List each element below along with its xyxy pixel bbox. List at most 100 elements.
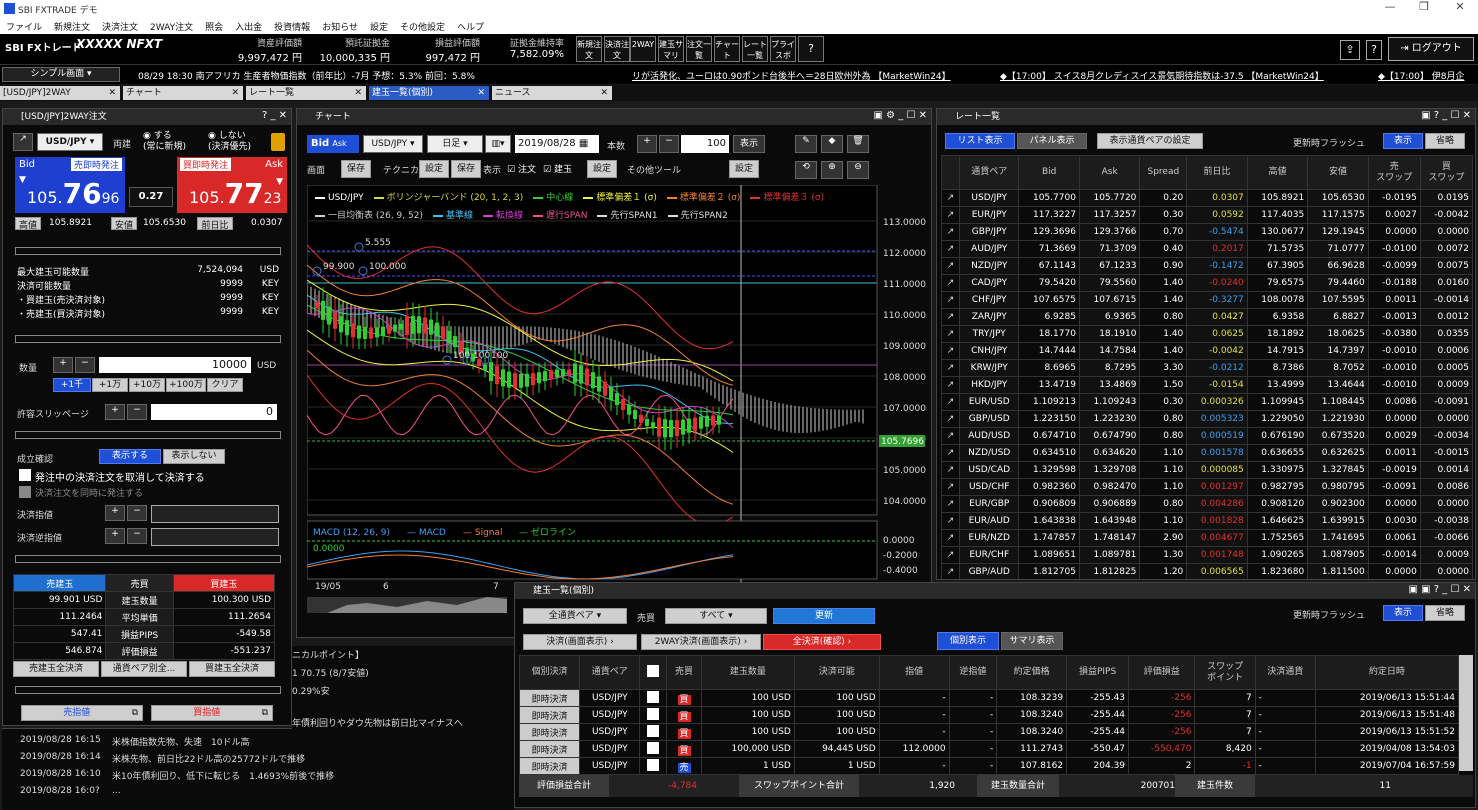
rate-row[interactable]: ↗ EUR/USD 1.109213 1.109243 0.30 0.000326 1.10… <box>941 393 1474 411</box>
upload-icon[interactable]: ⇪ <box>1340 40 1360 60</box>
header-button[interactable]: レート一覧 <box>742 36 768 62</box>
rate-cell[interactable]: 71.3669 <box>1018 240 1080 258</box>
rate-cell[interactable]: 1.748147 <box>1078 529 1141 547</box>
chart-icon[interactable]: ↗ <box>941 291 960 309</box>
chart-pair-select[interactable]: USD/JPY ▾ <box>363 135 423 153</box>
rate-cell[interactable]: 18.1910 <box>1078 325 1141 343</box>
period-select[interactable]: 日足 ▾ <box>427 135 483 153</box>
rate-cell[interactable]: 13.4869 <box>1078 376 1141 394</box>
instant-close-button[interactable]: 即時決済 <box>518 757 581 775</box>
zoom-in-icon[interactable]: ⊕ <box>821 161 843 179</box>
tab-2way[interactable]: [USD/JPY]2WAY ✕ <box>0 86 120 100</box>
rate-cell[interactable]: 14.7584 <box>1078 342 1141 360</box>
row-checkbox[interactable] <box>647 690 660 703</box>
chart-icon[interactable]: ↗ <box>941 512 960 530</box>
header-button[interactable]: プライスボ <box>770 36 796 62</box>
tab-rates[interactable]: レート一覧 ✕ <box>246 86 366 100</box>
news-headline[interactable]: 米株価指数先物、失速 10ドル高 <box>112 735 249 748</box>
limit-plus-button[interactable]: + <box>105 505 125 521</box>
qty-plus-button[interactable]: + <box>53 357 73 373</box>
stop-plus-button[interactable]: + <box>105 528 125 544</box>
chart-icon[interactable]: ↗ <box>941 546 960 564</box>
maximize-button[interactable]: ❐ <box>1410 0 1438 18</box>
chart-icon[interactable]: ↗ <box>941 223 960 241</box>
rate-cell[interactable]: 1.109243 <box>1078 393 1141 411</box>
rate-cell[interactable]: 1.223150 <box>1018 410 1080 428</box>
instant-close-button[interactable]: 即時決済 <box>518 723 581 741</box>
panel-controls[interactable]: ? _ ✕ <box>262 110 287 121</box>
rate-cell[interactable]: 129.3696 <box>1018 223 1080 241</box>
chart-icon[interactable]: ↗ <box>941 308 960 326</box>
pair-filter-select[interactable]: 全通貨ペア ▾ <box>523 608 627 624</box>
sell-now-button[interactable]: 売即時発注 <box>71 158 123 171</box>
draw-pen-icon[interactable]: ✎ <box>795 135 817 153</box>
rate-cell[interactable]: 1.329598 <box>1018 461 1080 479</box>
close-all-button[interactable]: 全決済(確認) › <box>763 634 881 650</box>
instant-close-button[interactable]: 即時決済 <box>518 689 581 707</box>
2way-close-button[interactable]: 2WAY決済(画面表示) › <box>641 634 761 650</box>
rate-row[interactable]: ↗ EUR/NZD 1.747857 1.748147 2.90 0.004677 1.75… <box>941 529 1474 547</box>
ticker-item[interactable]: ◆【17:00】 スイス8月クレディスイス景気期待指数は-37.5 【Marke… <box>1000 69 1324 82</box>
chart-icon[interactable]: ↗ <box>941 240 960 258</box>
close-icon[interactable]: ✕ <box>231 86 239 100</box>
close-icon[interactable]: ✕ <box>600 86 608 100</box>
rate-row[interactable]: ↗ TRY/JPY 18.1770 18.1910 1.40 0.0625 18.1892 1… <box>941 325 1474 343</box>
menu-item[interactable]: 決済注文 <box>96 18 144 33</box>
chart-icon[interactable]: ↗ <box>941 376 960 394</box>
scrollbar[interactable] <box>1459 655 1473 771</box>
rate-cell[interactable]: 107.6715 <box>1078 291 1141 309</box>
zoom-out-icon[interactable]: ⊖ <box>847 161 869 179</box>
menu-item[interactable]: ヘルプ <box>451 18 490 33</box>
rate-cell[interactable]: 1.812825 <box>1078 563 1141 579</box>
chart-icon[interactable]: ↗ <box>941 529 960 547</box>
chart-icon[interactable]: ↗ <box>941 563 960 579</box>
panel-view-button[interactable]: パネル表示 <box>1017 133 1087 149</box>
section-divider[interactable] <box>15 555 281 563</box>
minimize-button[interactable]: — <box>1376 0 1404 18</box>
news-headline[interactable]: ... <box>112 786 121 796</box>
chart-icon[interactable]: ↗ <box>941 257 960 275</box>
rate-cell[interactable]: 79.5420 <box>1018 274 1080 292</box>
rate-row[interactable]: ↗ GBP/AUD 1.812705 1.812825 1.20 0.006565 1.82… <box>941 563 1474 579</box>
menu-item[interactable]: 投資情報 <box>268 18 316 33</box>
candle-type-select[interactable]: ▥▾ <box>485 135 511 153</box>
position-close-button[interactable]: 買建玉全決済 <box>189 661 275 677</box>
ticker-item[interactable]: 08/29 18:30 南アフリカ 生産者物価指数（前年比）-7月 予想：5.3… <box>138 69 475 82</box>
eraser-icon[interactable]: ◆ <box>821 135 843 153</box>
news-headline[interactable]: 米10年債利回り、低下に転じる 1.4693%前後で推移 <box>112 769 334 782</box>
rate-row[interactable]: ↗ CHF/JPY 107.6575 107.6715 1.40 -0.3277 108.0… <box>941 291 1474 309</box>
chart-toolbar-button[interactable]: 設定 <box>587 160 617 178</box>
row-checkbox[interactable] <box>647 707 660 720</box>
rate-cell[interactable]: 0.674790 <box>1078 427 1141 445</box>
limit-input[interactable] <box>151 505 279 523</box>
close-button[interactable]: ✕ <box>1446 0 1474 18</box>
date-input[interactable]: 2019/08/28 ▦ <box>515 135 599 153</box>
rate-row[interactable]: ↗ KRW/JPY 8.6965 8.7295 3.30 -0.0212 8.7386 8.7… <box>941 359 1474 377</box>
ticker-item[interactable]: リが活発化、ユーロは0.90ポンド台後半へ＝28日欧州外為 【MarketWin… <box>632 69 951 82</box>
chart-icon[interactable]: ↗ <box>941 342 960 360</box>
section-divider[interactable] <box>15 247 281 255</box>
rate-cell[interactable]: 1.089781 <box>1078 546 1141 564</box>
flash-on-button[interactable]: 表示 <box>1383 605 1423 621</box>
ticker-item[interactable]: ◆【17:00】 伊8月企 <box>1378 69 1476 82</box>
stop-minus-button[interactable]: − <box>127 528 147 544</box>
position-close-button[interactable]: 売建玉全決済 <box>13 661 99 677</box>
rate-row[interactable]: ↗ USD/CHF 0.982360 0.982470 1.10 0.001297 0.98… <box>941 478 1474 496</box>
menu-item[interactable]: 入出金 <box>229 18 268 33</box>
rate-row[interactable]: ↗ EUR/JPY 117.3227 117.3257 0.30 0.0592 117.40… <box>941 206 1474 224</box>
count-minus-button[interactable]: − <box>659 135 679 153</box>
flash-off-button[interactable]: 省略 <box>1425 605 1465 621</box>
rate-cell[interactable]: 0.906889 <box>1078 495 1141 513</box>
chart-icon[interactable]: ↗ <box>941 189 960 207</box>
rate-cell[interactable]: 1.812705 <box>1018 563 1080 579</box>
rate-cell[interactable]: 105.7700 <box>1018 189 1080 207</box>
chart-toolbar-button[interactable]: 設定 <box>729 160 759 178</box>
rate-cell[interactable]: 14.7444 <box>1018 342 1080 360</box>
header-button[interactable]: 2WAY <box>630 36 656 62</box>
chart-icon[interactable]: ↗ <box>941 359 960 377</box>
section-divider[interactable] <box>15 335 281 343</box>
flash-on-button[interactable]: 表示 <box>1383 133 1423 149</box>
buy-now-button[interactable]: 買即時発注 <box>180 158 232 171</box>
individual-view-button[interactable]: 個別表示 <box>937 632 999 650</box>
ask-box[interactable]: 買即時発注 Ask 105.7723 ▼ <box>177 157 287 213</box>
